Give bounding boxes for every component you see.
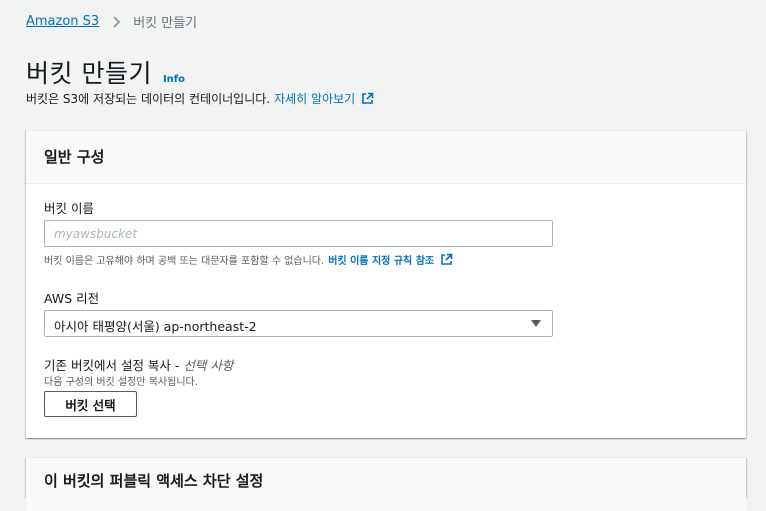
chevron-right-icon: [109, 15, 123, 29]
bucket-name-label: 버킷 이름: [44, 201, 94, 216]
caret-down-icon: [531, 320, 541, 328]
optional-tag: 선택 사항: [183, 358, 234, 373]
choose-bucket-button[interactable]: 버킷 선택: [44, 391, 137, 417]
panel-title: 이 버킷의 퍼블릭 액세스 차단 설정: [26, 458, 746, 511]
bucket-name-input[interactable]: [44, 220, 553, 247]
breadcrumb-amazon-s3-link[interactable]: Amazon S3: [26, 14, 99, 29]
copy-settings-hint-text: 다음 구성의 버킷 설정만 복사됩니다.: [44, 377, 198, 388]
naming-rules-link[interactable]: 버킷 이름 지정 규칙 참조: [328, 252, 434, 267]
bucket-name-hint-text: 버킷 이름은 고유해야 하며 공백 또는 대문자를 포함할 수 없습니다.: [44, 256, 325, 267]
external-link-icon[interactable]: [440, 253, 453, 266]
general-configuration-panel: 일반 구성 버킷 이름 버킷 이름은 고유해야 하며 공백 또는 대문자를 포함…: [26, 130, 746, 438]
external-link-icon[interactable]: [361, 92, 374, 105]
block-public-access-panel: 이 버킷의 퍼블릭 액세스 차단 설정: [26, 457, 746, 511]
copy-settings-label-text: 기존 버킷에서 설정 복사 -: [44, 358, 184, 373]
region-select[interactable]: 아시아 태평양(서울) ap-northeast-2: [44, 310, 553, 337]
page-description-text: 버킷은 S3에 저장되는 데이터의 컨테이너입니다.: [26, 92, 271, 106]
copy-settings-label: 기존 버킷에서 설정 복사 - 선택 사항: [44, 355, 233, 374]
region-label: AWS 리전: [44, 291, 100, 306]
breadcrumb-current: 버킷 만들기: [133, 16, 198, 31]
panel-title: 일반 구성: [26, 131, 746, 184]
region-selected-value: 아시아 태평양(서울) ap-northeast-2: [54, 319, 257, 334]
learn-more-link[interactable]: 자세히 알아보기: [274, 90, 355, 107]
info-link[interactable]: Info: [163, 74, 185, 85]
copy-settings-hint: 다음 구성의 버킷 설정만 복사됩니다.: [44, 373, 198, 388]
bucket-name-hint: 버킷 이름은 고유해야 하며 공백 또는 대문자를 포함할 수 없습니다. 버킷…: [44, 252, 453, 267]
page-header: 버킷 만들기 Info: [26, 54, 185, 90]
page-title: 버킷 만들기: [26, 59, 152, 88]
breadcrumb: Amazon S3 버킷 만들기: [26, 12, 197, 31]
page-description: 버킷은 S3에 저장되는 데이터의 컨테이너입니다. 자세히 알아보기: [26, 90, 374, 107]
